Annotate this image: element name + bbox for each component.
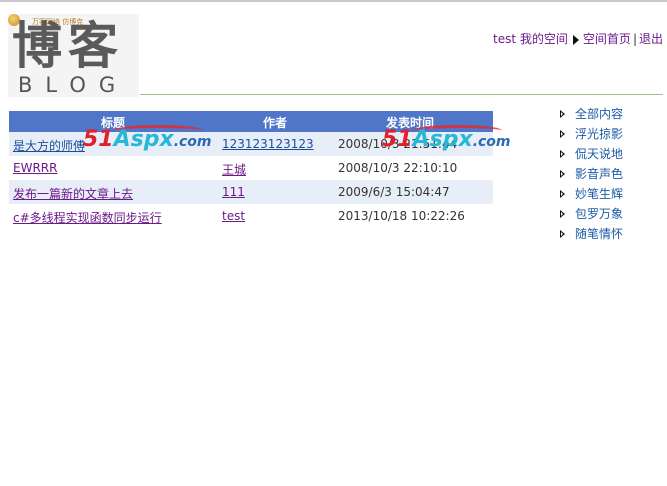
- article-time: 2009/6/3 15:04:47: [338, 185, 450, 199]
- sidebar-link[interactable]: 浮光掠影: [575, 125, 623, 142]
- article-title-link[interactable]: 是大方的师傅: [13, 139, 85, 153]
- arrow-right-icon: [560, 150, 565, 158]
- article-time: 2008/10/3 21:51:44: [338, 137, 458, 151]
- col-title-header: 标题: [101, 116, 126, 130]
- article-author-link[interactable]: 王城: [222, 163, 246, 177]
- top-border: [0, 0, 667, 2]
- sidebar-link[interactable]: 包罗万象: [575, 205, 623, 222]
- article-title-link[interactable]: EWRRR: [13, 161, 57, 175]
- sidebar-item: 侃天说地: [558, 145, 658, 165]
- sidebar-link[interactable]: 全部内容: [575, 105, 623, 122]
- separator: |: [632, 32, 637, 46]
- article-time: 2008/10/3 22:10:10: [338, 161, 458, 175]
- col-author-header: 作者: [263, 116, 288, 130]
- sidebar-link[interactable]: 随笔情怀: [575, 225, 623, 242]
- arrow-right-icon: [560, 190, 565, 198]
- table-header: 标题 作者 发表时间: [9, 111, 493, 132]
- header-links: test 我的空间 空间首页 | 退出: [493, 30, 663, 47]
- table-row: EWRRR 王城 2008/10/3 22:10:10: [9, 156, 493, 180]
- my-space-link[interactable]: 我的空间: [520, 32, 568, 46]
- logo-main-text: 博客: [12, 17, 124, 75]
- sidebar-item: 影音声色: [558, 165, 658, 185]
- sidebar-item: 随笔情怀: [558, 225, 658, 245]
- sidebar-link[interactable]: 侃天说地: [575, 145, 623, 162]
- col-time-header: 发表时间: [386, 116, 435, 130]
- article-time: 2013/10/18 10:22:26: [338, 209, 465, 223]
- table-row: 是大方的师傅 123123123123 2008/10/3 21:51:44: [9, 132, 493, 156]
- current-user: test: [493, 32, 517, 46]
- sidebar-item: 浮光掠影: [558, 125, 658, 145]
- sidebar-item: 包罗万象: [558, 205, 658, 225]
- table-row: 发布一篇新的文章上去 111 2009/6/3 15:04:47: [9, 180, 493, 204]
- arrow-right-icon: [560, 110, 565, 118]
- blog-logo: 万客网络 仿博克 博客 BLOG: [8, 14, 139, 97]
- sidebar-item: 妙笔生辉: [558, 185, 658, 205]
- article-author-link[interactable]: test: [222, 209, 245, 223]
- header-divider: [140, 94, 663, 95]
- article-title-link[interactable]: c#多线程实现函数同步运行: [13, 211, 162, 225]
- category-sidebar: 全部内容 浮光掠影 侃天说地 影音声色 妙笔生辉 包罗万象 随笔情怀: [558, 105, 658, 245]
- article-author-link[interactable]: 123123123123: [222, 137, 314, 151]
- article-author-link[interactable]: 111: [222, 185, 245, 199]
- arrow-right-icon: [560, 230, 565, 238]
- articles-table: 标题 作者 发表时间 是大方的师傅 123123123123 2008/10/3…: [9, 111, 493, 228]
- table-row: c#多线程实现函数同步运行 test 2013/10/18 10:22:26: [9, 204, 493, 228]
- sidebar-link[interactable]: 影音声色: [575, 165, 623, 182]
- arrow-right-icon: [572, 34, 579, 45]
- logout-link[interactable]: 退出: [639, 32, 663, 46]
- article-title-link[interactable]: 发布一篇新的文章上去: [13, 187, 133, 201]
- arrow-right-icon: [560, 170, 565, 178]
- logo-sub-text: BLOG: [18, 73, 129, 97]
- arrow-right-icon: [560, 210, 565, 218]
- arrow-right-icon: [560, 130, 565, 138]
- sidebar-item: 全部内容: [558, 105, 658, 125]
- space-home-link[interactable]: 空间首页: [583, 32, 631, 46]
- sidebar-link[interactable]: 妙笔生辉: [575, 185, 623, 202]
